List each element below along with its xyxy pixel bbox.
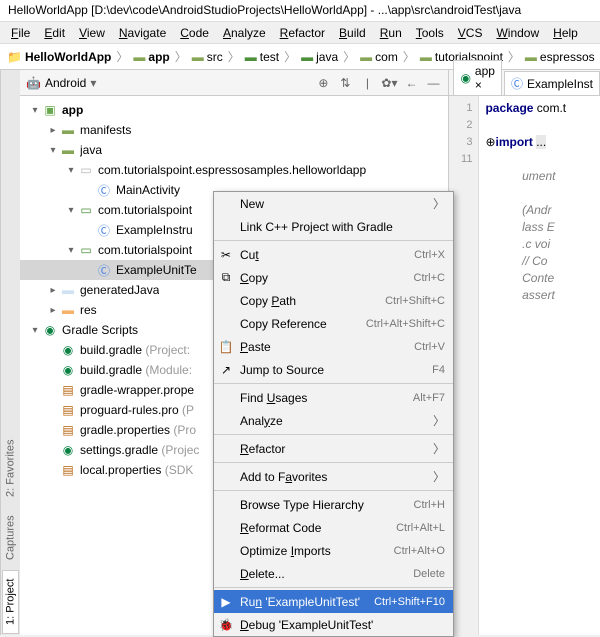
blank-icon <box>218 497 234 513</box>
menu-item-link-c-project-with-gradle[interactable]: Link C++ Project with Gradle <box>214 215 453 238</box>
paste-icon: 📋 <box>218 339 234 355</box>
editor-tab[interactable]: ◉app × <box>453 60 502 95</box>
menu-vcs[interactable]: VCS <box>451 24 490 42</box>
target-icon[interactable]: ⊕ <box>314 76 332 90</box>
gear-icon[interactable]: ✿▾ <box>380 76 398 90</box>
menu-file[interactable]: File <box>4 24 37 42</box>
menu-edit[interactable]: Edit <box>37 24 72 42</box>
blank-icon <box>218 293 234 309</box>
blank-icon <box>218 469 234 485</box>
blank-icon <box>218 543 234 559</box>
menu-view[interactable]: View <box>72 24 112 42</box>
menu-window[interactable]: Window <box>489 24 546 42</box>
blank-icon <box>218 441 234 457</box>
context-menu: New〉Link C++ Project with Gradle ✂CutCtrl… <box>213 191 454 637</box>
gutter-tab-captures[interactable]: Captures <box>2 507 19 568</box>
crumb-java[interactable]: ▬java <box>298 50 341 64</box>
sort-icon[interactable]: ⇅ <box>336 76 354 90</box>
menu-item-analyze[interactable]: Analyze〉 <box>214 409 453 432</box>
menu-code[interactable]: Code <box>173 24 216 42</box>
hide-icon[interactable]: — <box>424 76 442 90</box>
blank-icon <box>218 196 234 212</box>
gutter-tab-favorites[interactable]: 2: Favorites <box>2 431 19 504</box>
blank-icon <box>218 390 234 406</box>
editor-area: ◉app ×ⒸExampleInst 12311 package com.t ⊕… <box>449 70 600 635</box>
crumb-espressos[interactable]: ▬espressos <box>522 50 598 64</box>
window-title: HelloWorldApp [D:\dev\code\AndroidStudio… <box>0 0 600 22</box>
crumb-com[interactable]: ▬com <box>357 50 401 64</box>
crumb-helloworldapp[interactable]: 📁HelloWorldApp <box>4 50 114 64</box>
blank-icon <box>218 566 234 582</box>
project-panel-title[interactable]: Android <box>45 76 86 90</box>
menu-item-new[interactable]: New〉 <box>214 192 453 215</box>
breadcrumb: 📁HelloWorldApp〉▬app〉▬src〉▬test〉▬java〉▬co… <box>0 44 600 70</box>
blank-icon <box>218 413 234 429</box>
debug-icon: 🐞 <box>218 617 234 633</box>
editor-body[interactable]: 12311 package com.t ⊕import ... ument (A… <box>449 96 600 635</box>
editor-tab[interactable]: ⒸExampleInst <box>504 71 600 95</box>
menu-item-run-exampleunittest[interactable]: ▶Run 'ExampleUnitTest'Ctrl+Shift+F10 <box>214 590 453 613</box>
project-panel-header: 🤖 Android ▾ ⊕ ⇅ | ✿▾ ← — <box>20 70 448 96</box>
menu-item-reformat-code[interactable]: Reformat CodeCtrl+Alt+L <box>214 516 453 539</box>
left-gutter: 1: Project Captures 2: Favorites <box>0 70 20 635</box>
tree-node[interactable]: ▾▭com.tutorialspoint.espressosamples.hel… <box>20 160 448 180</box>
menu-item-jump-to-source[interactable]: ↗Jump to SourceF4 <box>214 358 453 381</box>
jump-icon: ↗ <box>218 362 234 378</box>
menu-item-copy-reference[interactable]: Copy ReferenceCtrl+Alt+Shift+C <box>214 312 453 335</box>
blank-icon <box>218 520 234 536</box>
crumb-test[interactable]: ▬test <box>242 50 282 64</box>
menu-tools[interactable]: Tools <box>409 24 451 42</box>
blank-icon <box>218 219 234 235</box>
editor-tabs: ◉app ×ⒸExampleInst <box>449 70 600 96</box>
divider: | <box>358 76 376 90</box>
tree-node[interactable]: ▾▣app <box>20 100 448 120</box>
menu-item-optimize-imports[interactable]: Optimize ImportsCtrl+Alt+O <box>214 539 453 562</box>
menu-item-browse-type-hierarchy[interactable]: Browse Type HierarchyCtrl+H <box>214 493 453 516</box>
blank-icon <box>218 316 234 332</box>
menu-analyze[interactable]: Analyze <box>216 24 273 42</box>
menu-item-paste[interactable]: 📋PasteCtrl+V <box>214 335 453 358</box>
crumb-app[interactable]: ▬app <box>130 50 172 64</box>
run-icon: ▶ <box>218 594 234 610</box>
collapse-left-icon[interactable]: ← <box>402 76 420 90</box>
menu-item-copy[interactable]: ⧉CopyCtrl+C <box>214 266 453 289</box>
menu-item-cut[interactable]: ✂CutCtrl+X <box>214 243 453 266</box>
gutter-tab-project[interactable]: 1: Project <box>2 570 19 634</box>
menu-help[interactable]: Help <box>546 24 585 42</box>
menu-item-debug-exampleunittest[interactable]: 🐞Debug 'ExampleUnitTest' <box>214 613 453 636</box>
menu-item-copy-path[interactable]: Copy PathCtrl+Shift+C <box>214 289 453 312</box>
menu-navigate[interactable]: Navigate <box>112 24 173 42</box>
cut-icon: ✂ <box>218 247 234 263</box>
crumb-src[interactable]: ▬src <box>189 50 226 64</box>
android-icon: 🤖 <box>26 76 41 90</box>
tree-node[interactable]: ▾▬java <box>20 140 448 160</box>
main-menubar: FileEditViewNavigateCodeAnalyzeRefactorB… <box>0 22 600 44</box>
menu-item-delete[interactable]: Delete...Delete <box>214 562 453 585</box>
copy-icon: ⧉ <box>218 270 234 286</box>
menu-run[interactable]: Run <box>373 24 409 42</box>
menu-build[interactable]: Build <box>332 24 373 42</box>
menu-item-find-usages[interactable]: Find UsagesAlt+F7 <box>214 386 453 409</box>
menu-item-refactor[interactable]: Refactor〉 <box>214 437 453 460</box>
tree-node[interactable]: ▸▬manifests <box>20 120 448 140</box>
menu-refactor[interactable]: Refactor <box>273 24 332 42</box>
menu-item-add-to-favorites[interactable]: Add to Favorites〉 <box>214 465 453 488</box>
code-area[interactable]: package com.t ⊕import ... ument (Andr la… <box>479 96 572 635</box>
